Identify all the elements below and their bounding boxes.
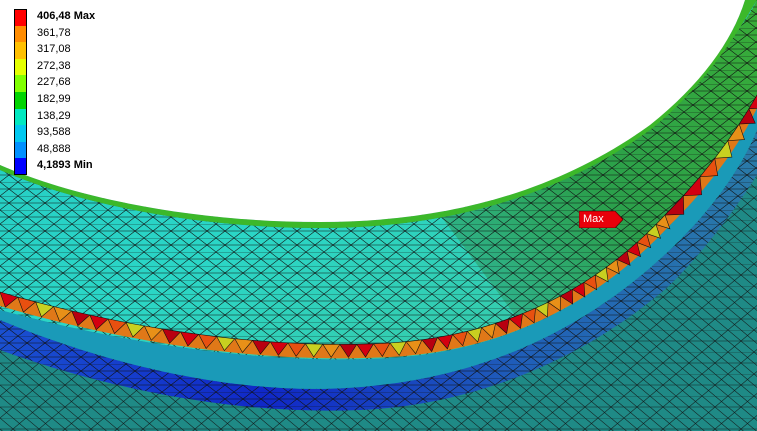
legend-label: 138,29: [37, 109, 71, 122]
legend-label: 317,08: [37, 43, 71, 56]
legend-swatch: [14, 9, 27, 26]
max-probe-text: Max: [583, 213, 604, 225]
legend-label: 406,48 Max: [37, 10, 96, 22]
legend-label: 227,68: [37, 76, 71, 89]
legend-label: 93,588: [37, 126, 71, 139]
legend-swatch: [14, 42, 27, 59]
legend-label: 4,1893 Min: [37, 159, 93, 172]
legend-label: 361,78: [37, 26, 71, 39]
legend-label: 48,888: [37, 142, 71, 155]
legend-swatch: [14, 91, 27, 109]
legend-swatch: [14, 125, 27, 142]
legend-swatch: [14, 108, 27, 126]
legend-label: 272,38: [37, 59, 71, 72]
legend-swatch: [14, 158, 27, 175]
legend-label: 182,99: [37, 92, 71, 105]
legend-swatch: [14, 141, 27, 159]
legend-swatch: [14, 25, 27, 43]
max-probe-label[interactable]: Max: [578, 210, 624, 229]
fea-mesh-contour-plot[interactable]: [0, 0, 757, 431]
result-viewport[interactable]: 406,48 Max 361,78 317,08 272,38 227,68 182,99…: [0, 0, 757, 431]
legend-swatch: [14, 58, 27, 76]
legend-swatch: [14, 75, 27, 92]
